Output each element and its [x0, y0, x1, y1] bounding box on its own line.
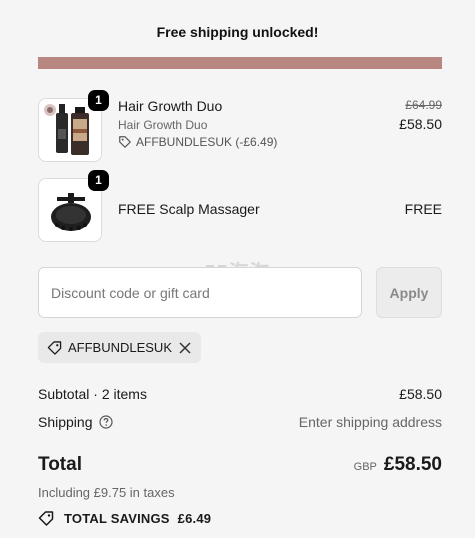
quantity-badge: 1 [88, 90, 109, 111]
total-row: Total GBP £58.50 [38, 454, 442, 476]
shipping-label-group: Shipping [38, 414, 113, 430]
product-thumbnail: 1 [38, 90, 109, 162]
shipping-banner: Free shipping unlocked! [156, 24, 319, 40]
total-savings: TOTAL SAVINGS £6.49 [38, 510, 211, 526]
product-name: Hair Growth Duo [118, 98, 223, 114]
question-circle-icon[interactable] [98, 415, 113, 429]
subtotal-label: Subtotal · 2 items [38, 386, 147, 402]
remove-discount-button[interactable] [178, 341, 192, 355]
item-discount-label: AFFBUNDLESUK (-£6.49) [136, 135, 278, 149]
total-label: Total [38, 454, 82, 475]
shipping-label: Shipping [38, 414, 93, 430]
item-price: FREE [404, 201, 442, 217]
total-value-group: GBP £58.50 [354, 454, 442, 476]
quantity-badge: 1 [88, 170, 109, 191]
item-discount: AFFBUNDLESUK (-£6.49) [118, 135, 277, 149]
currency-code: GBP [353, 461, 377, 473]
shipping-progress-fill [38, 57, 442, 69]
shipping-row: Shipping Enter shipping address [38, 414, 442, 430]
subtotal-row: Subtotal · 2 items £58.50 [38, 386, 442, 402]
total-amount: £58.50 [383, 454, 442, 475]
discount-code-input[interactable] [38, 267, 362, 318]
taxes-note: Including £9.75 in taxes [38, 485, 175, 500]
savings-value: £6.49 [177, 510, 212, 526]
product-thumbnail: 1 [38, 170, 109, 242]
apply-discount-button[interactable]: Apply [376, 267, 442, 318]
subtotal-value: £58.50 [399, 386, 442, 402]
savings-label: TOTAL SAVINGS [64, 510, 170, 526]
item-price: £58.50 [399, 116, 442, 132]
applied-discount-chip: AFFBUNDLESUK [38, 332, 201, 363]
shipping-value: Enter shipping address [298, 414, 442, 430]
product-name: FREE Scalp Massager [118, 201, 260, 217]
product-variant: Hair Growth Duo [118, 118, 208, 132]
tag-icon [119, 136, 131, 148]
applied-discount-code: AFFBUNDLESUK [67, 340, 172, 355]
cart-line-item: 1 Hair Growth Duo Hair Growth Duo AFFBUN… [38, 90, 442, 162]
close-icon [179, 341, 191, 354]
tag-icon [47, 340, 62, 355]
original-price: £64.99 [405, 98, 442, 112]
shipping-progress-bar [38, 57, 442, 69]
tag-icon [38, 511, 54, 526]
cart-line-item: 1 FREE Scalp Massager FREE [38, 170, 442, 242]
